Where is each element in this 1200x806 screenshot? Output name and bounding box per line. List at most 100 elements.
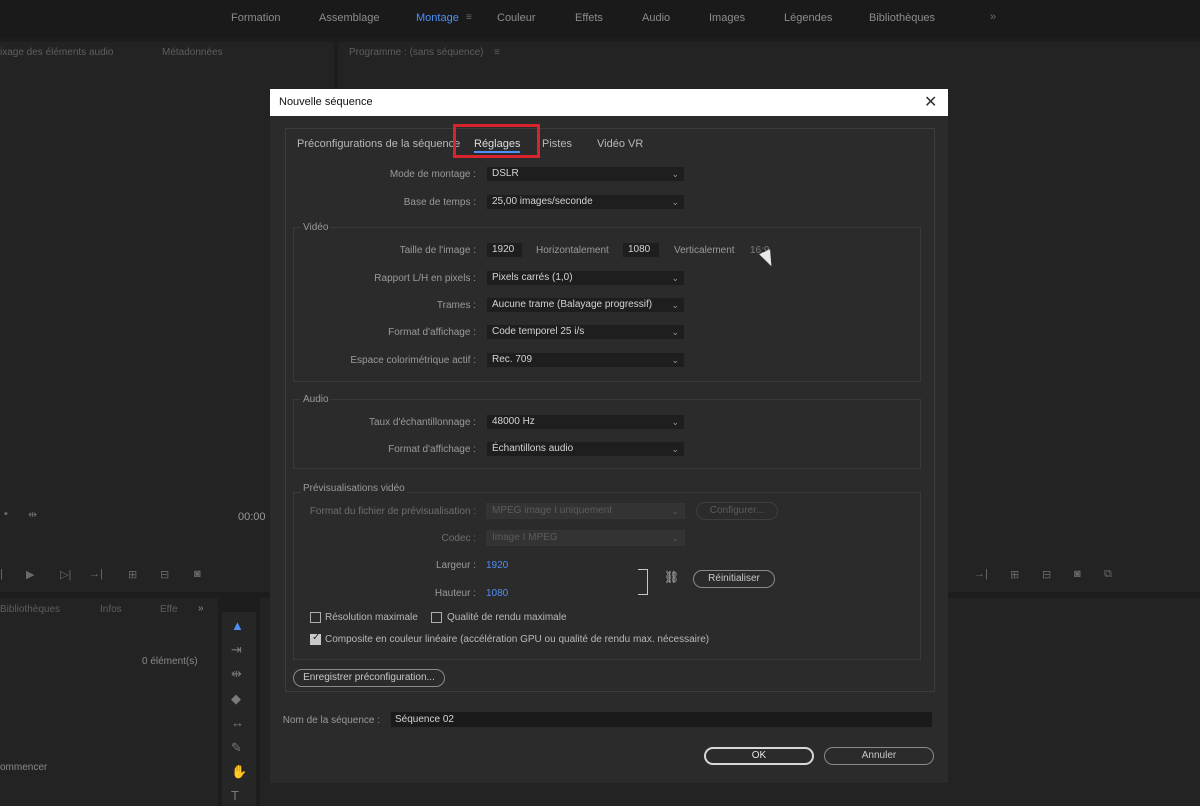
audio-display-label: Format d'affichage : [388,444,476,455]
ws-tab-couleur[interactable]: Couleur [497,12,536,24]
linear-color-label[interactable]: Composite en couleur linéaire (accélérat… [325,634,709,645]
step-forward-icon[interactable]: ▷| [60,568,71,581]
fields-value: Aucune trame (Balayage progressif) [492,299,653,310]
colorspace-value: Rec. 709 [492,354,533,365]
start-hint: ommencer [0,762,48,773]
marker-icon[interactable]: ▪ [4,508,8,520]
preview-width-value[interactable]: 1920 [486,560,508,571]
slip-tool-icon[interactable]: ↔ [231,715,244,730]
hand-tool-icon[interactable]: ✋ [231,764,247,780]
pen-tool-icon[interactable]: ✎ [231,740,242,756]
in-out-icon[interactable]: ⇹ [28,508,37,521]
max-resolution-label[interactable]: Résolution maximale [325,612,418,623]
insert-icon[interactable]: ⊞ [128,568,137,581]
workspace-bar: Formation Assemblage Montage ≡ Couleur E… [0,0,1200,38]
more-workspaces-icon[interactable]: » [990,11,996,23]
dialog-titlebar: Nouvelle séquence ✕ [270,89,948,116]
project-tab-info[interactable]: Infos [100,604,122,615]
save-preset-button[interactable]: Enregistrer préconfiguration... [293,669,445,687]
preview-format-select[interactable]: MPEG image I uniquement ⌄ [486,503,685,519]
panel-tab-metadata[interactable]: Métadonnées [162,47,223,58]
project-panel: Bibliothèques Infos Effe » 0 élément(s) … [0,598,218,806]
ws-tab-images[interactable]: Images [709,12,745,24]
editing-mode-select[interactable]: DSLR ⌄ [486,166,685,182]
ws-tab-assemblage[interactable]: Assemblage [319,12,380,24]
par-value: Pixels carrés (1,0) [492,272,573,283]
prog-compare-icon[interactable]: ⧉ [1104,568,1112,581]
sequence-name-label: Nom de la séquence : [282,715,380,726]
program-panel-menu-icon[interactable]: ≡ [494,47,500,58]
audio-display-select[interactable]: Échantillons audio ⌄ [486,441,685,457]
sample-rate-select[interactable]: 48000 Hz ⌄ [486,414,685,430]
overwrite-icon[interactable]: ⊟ [160,568,169,581]
hamburger-menu-icon[interactable]: ≡ [466,12,472,23]
display-format-select[interactable]: Code temporel 25 i/s ⌄ [486,324,685,340]
prog-step-forward-icon[interactable]: →| [974,568,988,580]
chevron-down-icon: ⌄ [671,169,679,179]
export-frame-icon[interactable]: ◙ [194,568,201,580]
type-tool-icon[interactable]: T [231,788,239,803]
preview-width-label: Largeur : [435,560,476,571]
par-select[interactable]: Pixels carrés (1,0) ⌄ [486,270,685,286]
reset-button[interactable]: Réinitialiser [693,570,775,588]
dialog-title: Nouvelle séquence [279,96,373,108]
editing-mode-value: DSLR [492,168,519,179]
prog-extract-icon[interactable]: ⊟ [1042,568,1051,581]
display-format-label: Format d'affichage : [388,327,476,338]
go-to-out-icon[interactable]: →| [89,568,103,580]
program-panel-title[interactable]: Programme : (sans séquence) [349,47,484,58]
codec-select[interactable]: Image I MPEG ⌄ [486,530,685,546]
play-icon[interactable]: ▶ [26,568,34,581]
project-tab-effects[interactable]: Effe [160,604,178,615]
codec-value: Image I MPEG [492,532,558,543]
sample-rate-label: Taux d'échantillonnage : [369,417,476,428]
preview-height-value[interactable]: 1080 [486,588,508,599]
vertical-label: Verticalement [674,245,735,256]
cancel-button[interactable]: Annuler [824,747,934,765]
ws-tab-effets[interactable]: Effets [575,12,603,24]
chevron-down-icon: ⌄ [671,444,679,454]
tab-tracks[interactable]: Pistes [542,138,572,150]
preview-format-label: Format du fichier de prévisualisation : [309,506,476,517]
link-icon[interactable]: ⛓ [664,570,679,584]
selection-tool-icon[interactable]: ▲ [231,618,244,633]
ok-button[interactable]: OK [704,747,814,765]
frame-height-input[interactable]: 1080 [622,242,660,258]
fields-select[interactable]: Aucune trame (Balayage progressif) ⌄ [486,297,685,313]
frame-width-input[interactable]: 1920 [486,242,523,258]
chevron-down-icon: ⌄ [671,327,679,337]
par-label: Rapport L/H en pixels : [374,273,476,284]
project-more-icon[interactable]: » [198,603,204,614]
razor-tool-icon[interactable]: ◆ [231,691,241,707]
project-tab-libraries[interactable]: Bibliothèques [0,604,60,615]
tab-vr-video[interactable]: Vidéo VR [597,138,643,150]
editing-mode-label: Mode de montage : [389,169,476,180]
prog-lift-icon[interactable]: ⊞ [1010,568,1019,581]
ws-tab-bibliotheques[interactable]: Bibliothèques [869,12,935,24]
sequence-name-input[interactable]: Séquence 02 [390,711,933,728]
colorspace-select[interactable]: Rec. 709 ⌄ [486,352,685,368]
ws-tab-montage[interactable]: Montage [416,12,459,24]
new-sequence-dialog: Nouvelle séquence ✕ Préconfigurations de… [270,89,948,783]
max-quality-label[interactable]: Qualité de rendu maximale [447,612,567,623]
timebase-select[interactable]: 25,00 images/seconde ⌄ [486,194,685,210]
panel-tab-audio-mixer[interactable]: ixage des éléments audio [0,47,113,58]
ws-tab-audio[interactable]: Audio [642,12,670,24]
configure-button[interactable]: Configurer... [696,502,778,520]
close-icon[interactable]: ✕ [924,92,937,112]
chevron-down-icon: ⌄ [671,506,679,516]
fields-label: Trames : [436,300,476,311]
max-resolution-checkbox[interactable] [310,612,321,623]
audio-group [293,399,921,469]
preview-height-label: Hauteur : [434,588,476,599]
tab-presets[interactable]: Préconfigurations de la séquence [297,138,460,150]
prog-export-frame-icon[interactable]: ◙ [1074,568,1081,580]
ripple-edit-tool-icon[interactable]: ⇹ [231,666,242,682]
linear-color-checkbox[interactable] [310,632,321,645]
step-back-icon[interactable]: | [0,568,3,580]
ws-tab-legendes[interactable]: Légendes [784,12,832,24]
track-select-tool-icon[interactable]: ⇥ [231,642,242,658]
max-quality-checkbox[interactable] [431,612,442,623]
ws-tab-formation[interactable]: Formation [231,12,281,24]
tools-panel: ▲ ⇥ ⇹ ◆ ↔ ✎ ✋ T [222,612,256,806]
